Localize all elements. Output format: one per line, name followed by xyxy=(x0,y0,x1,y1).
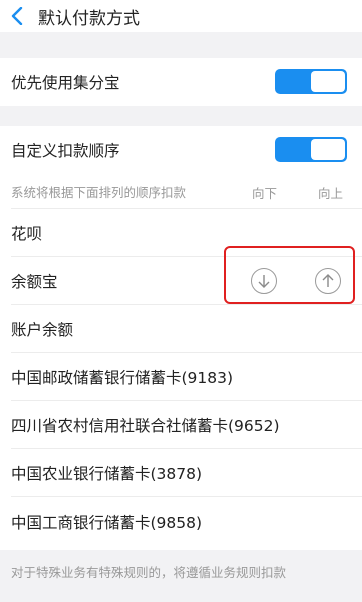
list-item[interactable]: 账户余额 xyxy=(0,305,362,352)
move-down-button[interactable] xyxy=(251,268,277,294)
list-item[interactable]: 中国邮政储蓄银行储蓄卡(9183) xyxy=(0,353,362,400)
custom-order-card: 自定义扣款顺序 系统将根据下面排列的顺序扣款 向下 向上 花呗 余额宝 账户余额… xyxy=(0,126,362,550)
payment-method-label: 余额宝 xyxy=(11,272,58,291)
list-item[interactable]: 花呗 xyxy=(0,209,362,256)
priority-label: 优先使用集分宝 xyxy=(11,74,120,92)
custom-order-toggle[interactable] xyxy=(275,137,347,162)
arrow-down-icon xyxy=(258,275,270,288)
payment-method-label: 中国农业银行储蓄卡(3878) xyxy=(11,464,203,483)
col-label-up: 向上 xyxy=(318,186,344,201)
toggle-knob xyxy=(311,71,345,92)
payment-method-label: 中国邮政储蓄银行储蓄卡(9183) xyxy=(11,368,234,387)
list-item[interactable]: 中国工商银行储蓄卡(9858) xyxy=(0,497,362,547)
payment-method-label: 花呗 xyxy=(11,224,43,243)
priority-card: 优先使用集分宝 xyxy=(0,58,362,106)
arrow-up-icon xyxy=(322,274,334,287)
priority-toggle[interactable] xyxy=(275,69,347,94)
order-hint: 系统将根据下面排列的顺序扣款 xyxy=(11,184,187,200)
page-title: 默认付款方式 xyxy=(38,8,140,29)
footer-note: 对于特殊业务有特殊规则的，将遵循业务规则扣款 xyxy=(11,565,287,580)
list-item[interactable]: 中国农业银行储蓄卡(3878) xyxy=(0,449,362,496)
hint-row: 系统将根据下面排列的顺序扣款 xyxy=(0,174,362,208)
chevron-left-icon[interactable] xyxy=(0,0,34,32)
payment-method-label: 中国工商银行储蓄卡(9858) xyxy=(11,514,203,532)
list-item[interactable]: 四川省农村信用社联合社储蓄卡(9652) xyxy=(0,401,362,448)
col-label-down: 向下 xyxy=(252,186,278,201)
toggle-knob xyxy=(311,139,345,160)
custom-order-label: 自定义扣款顺序 xyxy=(11,142,120,160)
move-up-button[interactable] xyxy=(315,268,341,294)
list-item[interactable]: 余额宝 xyxy=(0,257,362,304)
payment-method-label: 账户余额 xyxy=(11,320,74,339)
top-bar: 默认付款方式 xyxy=(0,0,362,32)
payment-method-label: 四川省农村信用社联合社储蓄卡(9652) xyxy=(11,416,280,435)
